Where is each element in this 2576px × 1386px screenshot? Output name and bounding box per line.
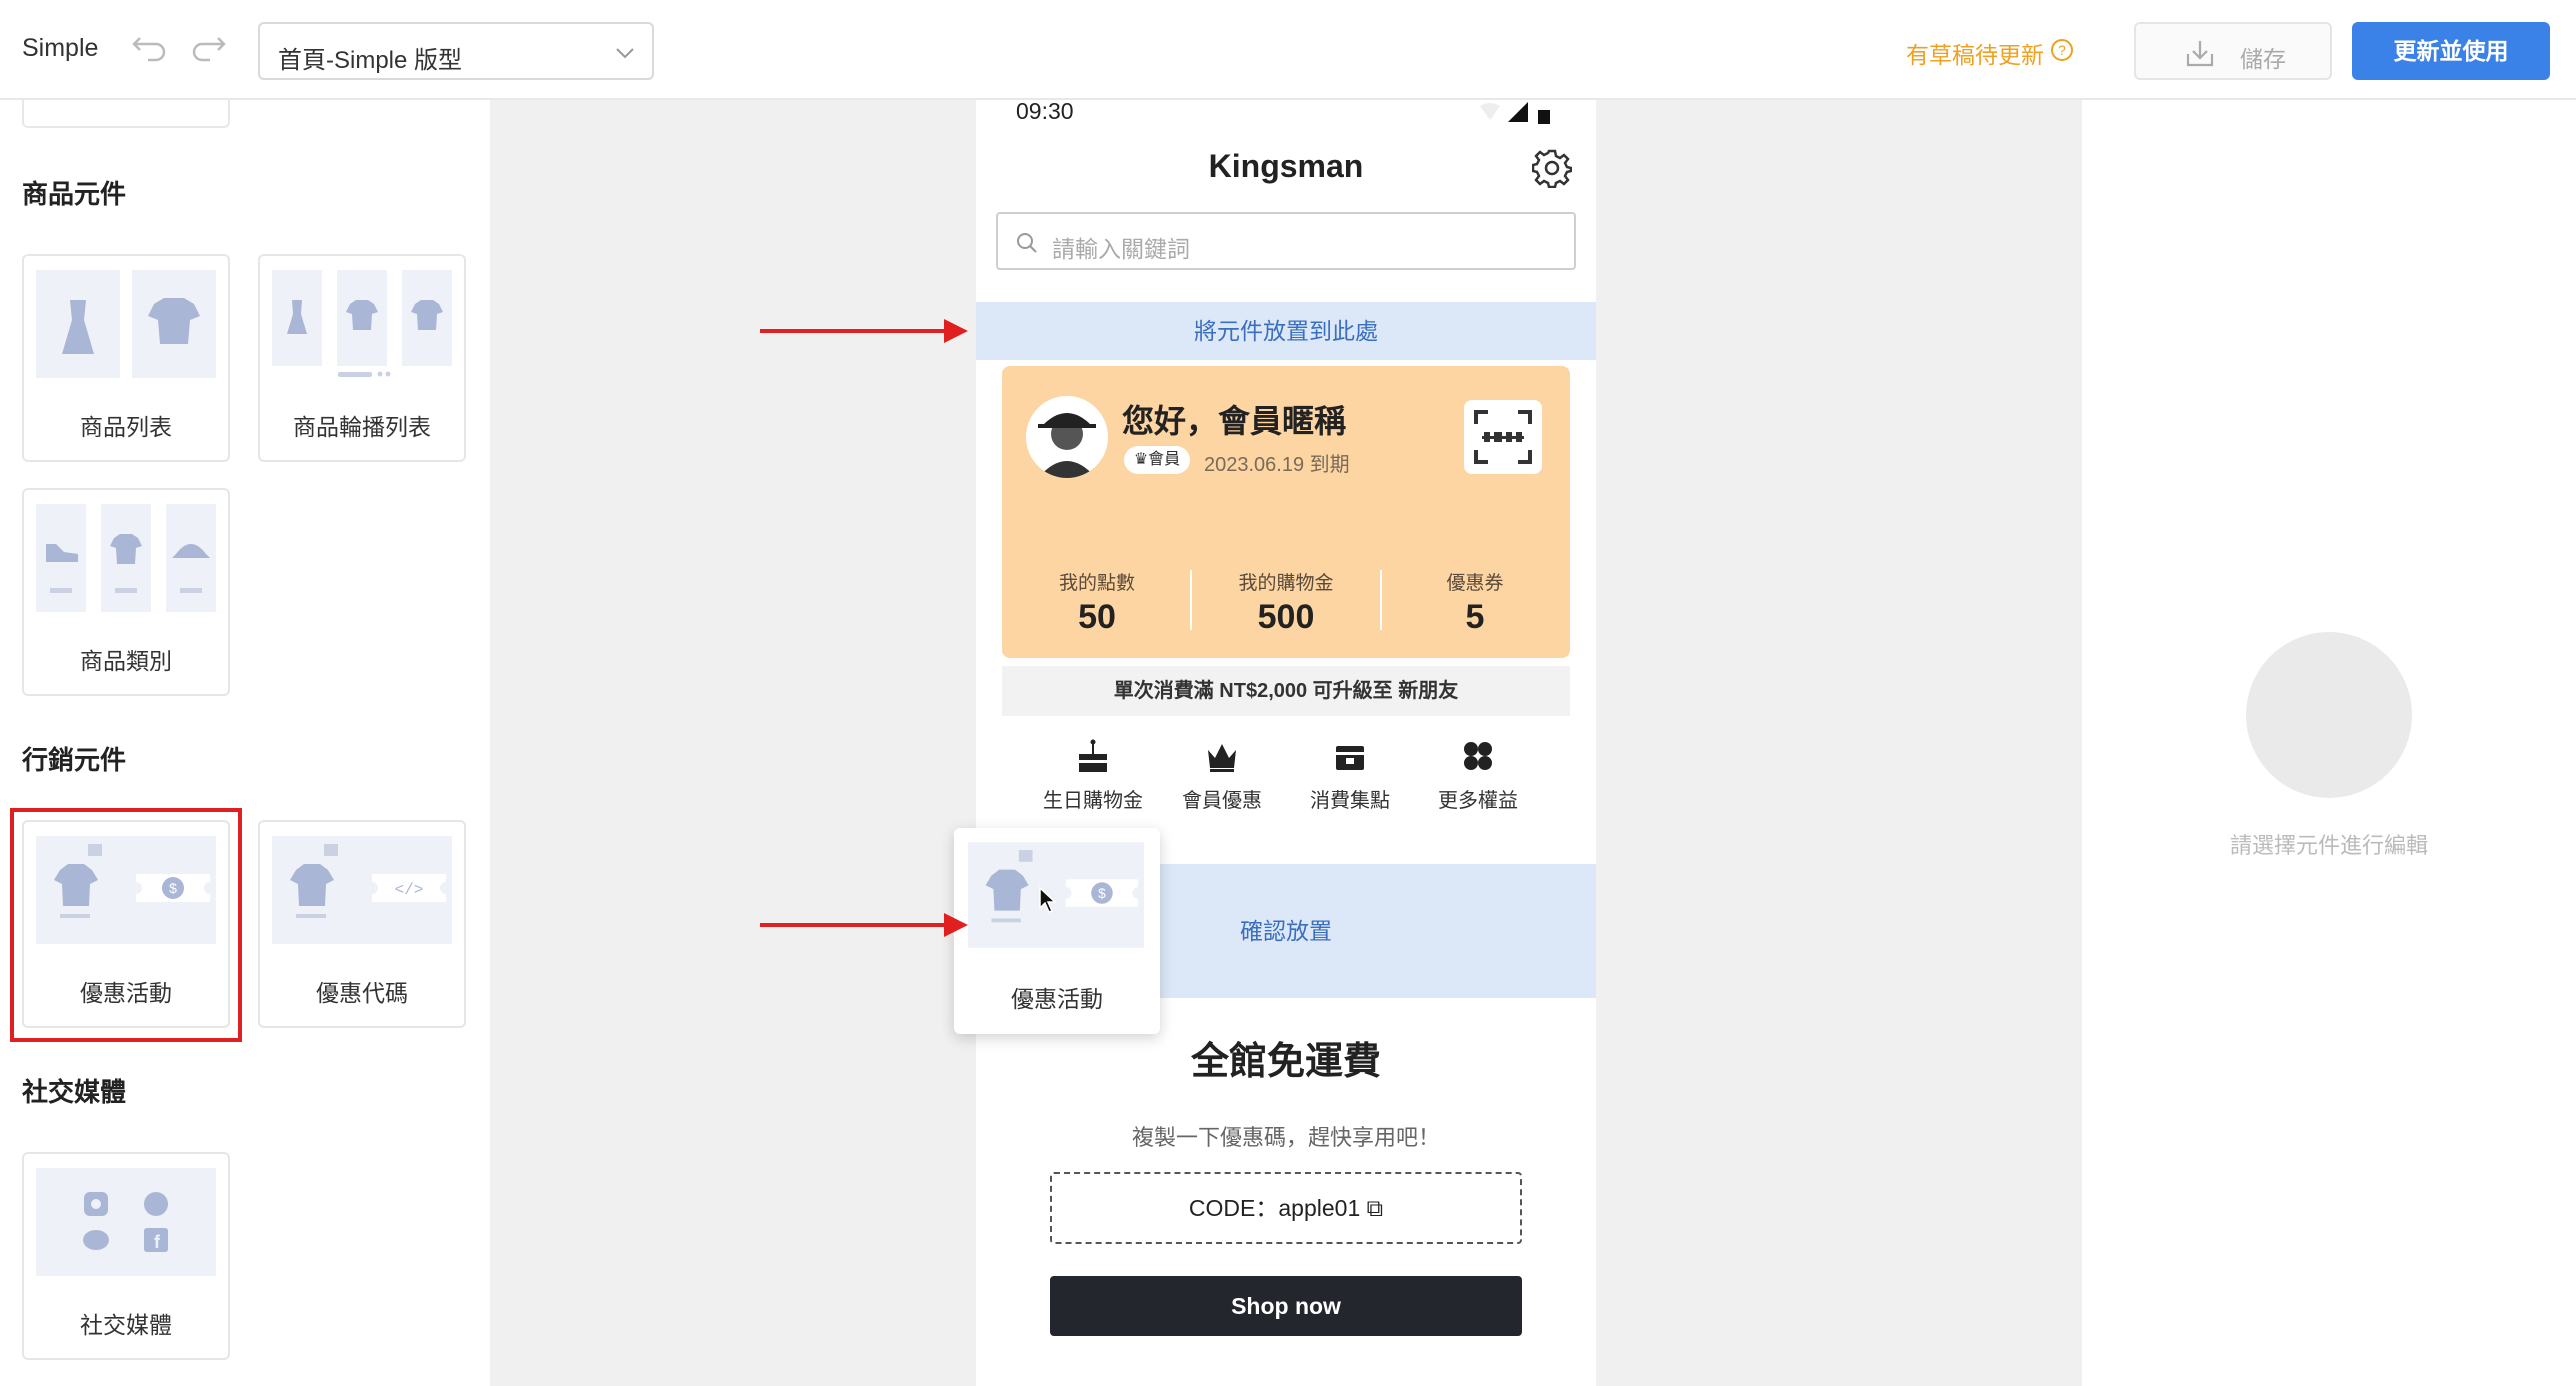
stat-points-label: 我的點數 [1058,573,1135,594]
member-expiry: 2023.06.19 到期 [1204,454,1350,476]
benefit-points-label: 消費集點 [1310,790,1390,812]
download-icon [2186,41,2214,67]
stat-divider [1380,570,1382,630]
promo-code-box[interactable]: CODE：apple01 ⧉ [1050,1172,1522,1244]
product-carousel-thumbnail [272,270,452,377]
social-media-label: 社交媒體 [80,1312,172,1338]
component-product-carousel[interactable]: 商品輪播列表 [258,254,466,462]
undo-icon[interactable] [128,30,168,70]
gear-icon[interactable] [1532,148,1572,188]
crown-icon: ♛ [1133,451,1149,468]
stat-points-value: 50 [1078,598,1116,636]
product-carousel-label: 商品輪播列表 [293,414,431,440]
promo-code-label: 優惠代碼 [316,980,408,1006]
member-badge: ♛會員 [1124,446,1190,474]
upgrade-notice: 單次消費滿 NT$2,000 可升級至 新朋友 [1002,666,1570,716]
empty-placeholder [2246,632,2412,798]
stat-divider [1190,570,1192,630]
drop-zone-top[interactable]: 將元件放置到此處 [976,302,1596,360]
promo-title: 全館免運費 [1190,1041,1381,1083]
product-list-label: 商品列表 [80,414,172,440]
ticket-icon [1336,746,1364,770]
save-label: 儲存 [2240,46,2286,72]
search-icon [1017,233,1037,253]
barcode-scan-icon[interactable] [1464,400,1542,474]
search-placeholder: 請輸入關鍵詞 [1052,236,1190,262]
benefit-member-discount-label: 會員優惠 [1182,790,1262,812]
stat-coupons-value: 5 [1465,598,1485,636]
promo-subtitle: 複製一下優惠碼，趕快享用吧！ [1131,1125,1440,1150]
section-title-marketing: 行銷元件 [22,745,127,775]
benefit-birthday[interactable]: 生日購物金 [1028,736,1158,813]
shop-now-button[interactable]: Shop now [1050,1276,1522,1336]
draft-notice: 有草稿待更新 [1906,42,2044,68]
component-product-list[interactable]: 商品列表 [22,254,230,462]
benefit-birthday-label: 生日購物金 [1043,790,1143,812]
crown-icon [1208,744,1236,772]
cake-icon [1079,739,1107,772]
section-title-social: 社交媒體 [22,1077,127,1107]
product-category-thumbnail [36,504,216,612]
copy-icon[interactable]: ⧉ [1367,1195,1383,1221]
partial-card[interactable] [22,100,230,128]
search-input[interactable]: 請輸入關鍵詞 [996,212,1576,270]
top-toolbar: Simple 首頁-Simple 版型 有草稿待更新 ? 儲存 更新並使用 [0,0,2576,100]
update-and-use-button[interactable]: 更新並使用 [2352,22,2550,80]
redo-icon[interactable] [192,30,232,70]
svg-text:$: $ [1098,886,1106,901]
dragging-component[interactable]: $ 優惠活動 [954,828,1160,1034]
component-product-category[interactable]: 商品類別 [22,488,230,696]
signal-battery-icon [1480,102,1550,124]
benefit-more[interactable]: 更多權益 [1413,736,1543,813]
template-select[interactable]: 首頁-Simple 版型 [258,22,654,80]
chevron-down-icon [616,48,634,59]
app-name: Simple [22,34,99,62]
member-greeting: 您好，會員暱稱 [1122,403,1347,439]
status-time: 09:30 [1016,98,1074,124]
arrow-annotation [760,319,968,343]
stat-coupons-label: 優惠券 [1446,573,1504,594]
section-title-products: 商品元件 [22,179,127,209]
social-media-thumbnail: f [36,1168,216,1276]
promo-code-thumbnail: </> [272,836,452,944]
svg-text:</>: </> [395,881,424,899]
arrow-annotation [760,913,968,937]
svg-text:?: ? [2058,42,2066,58]
empty-placeholder-text: 請選擇元件進行編輯 [2229,833,2428,858]
dragging-component-label: 優惠活動 [1011,986,1103,1012]
save-button[interactable]: 儲存 [2134,22,2332,80]
selection-highlight [10,808,242,1042]
template-select-value: 首頁-Simple 版型 [278,47,463,74]
avatar [1026,396,1108,478]
promo-code-text: CODE：apple01 [1188,1195,1361,1221]
product-list-thumbnail [36,270,216,378]
benefit-points[interactable]: 消費集點 [1285,736,1415,813]
member-badge-label: 會員 [1148,451,1181,468]
product-category-label: 商品類別 [80,648,172,674]
benefit-more-label: 更多權益 [1438,790,1518,812]
stat-credit-label: 我的購物金 [1238,573,1334,594]
mouse-cursor-icon [1039,886,1057,913]
grid-dots-icon [1464,742,1492,770]
benefit-member-discount[interactable]: 會員優惠 [1157,736,1287,813]
stat-credit-value: 500 [1257,598,1315,636]
svg-text:f: f [154,1232,161,1252]
component-promo-code[interactable]: </> 優惠代碼 [258,820,466,1028]
store-title: Kingsman [1208,148,1364,184]
help-icon[interactable]: ? [2050,38,2074,62]
component-social-media[interactable]: f 社交媒體 [22,1152,230,1360]
